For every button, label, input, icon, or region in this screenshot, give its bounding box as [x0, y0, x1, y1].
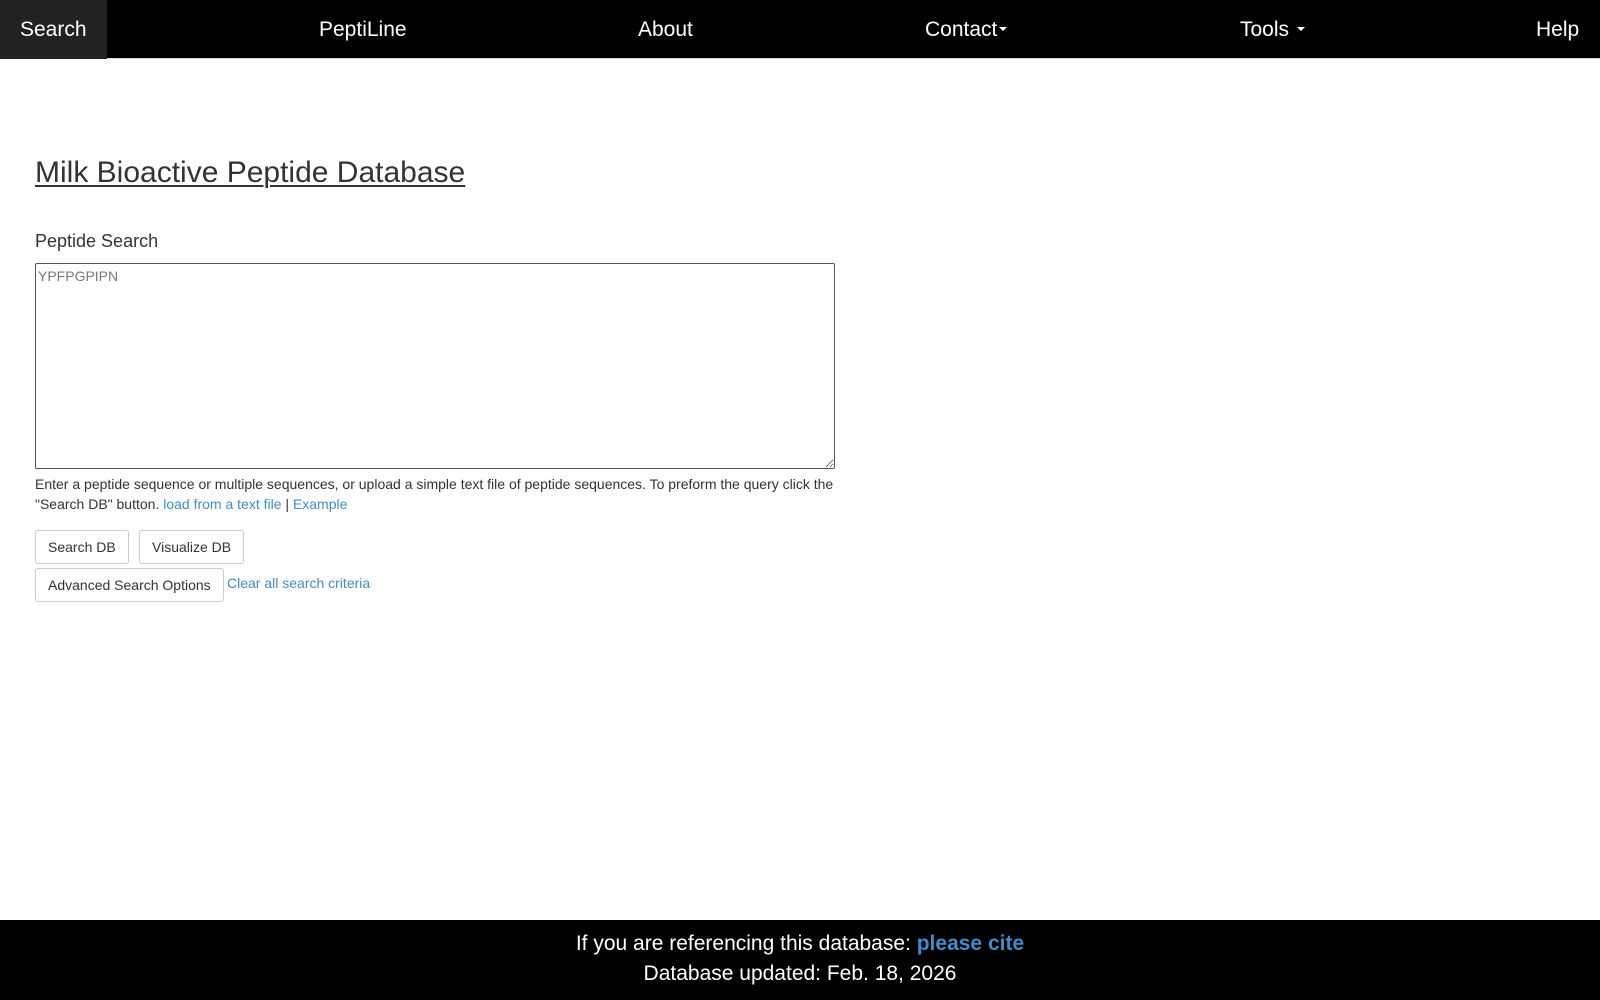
chevron-down-icon: [1297, 27, 1306, 32]
footer-reference-text: If you are referencing this database:: [575, 932, 911, 955]
peptide-search-label: Peptide Search: [35, 231, 159, 251]
advanced-search-options-button[interactable]: Advanced Search Options: [35, 568, 224, 602]
clear-search-criteria-link[interactable]: Clear all search criteria: [227, 575, 370, 591]
nav-search-label: Search: [20, 18, 87, 41]
search-db-button[interactable]: Search DB: [35, 530, 129, 564]
nav-help-label: Help: [1536, 18, 1580, 41]
nav-contact-dropdown[interactable]: Contact: [925, 0, 1008, 59]
footer: If you are referencing this database: pl…: [0, 920, 1600, 1000]
nav-tools-label: Tools: [1240, 18, 1290, 41]
top-navbar: Search PeptiLine About Contact Tools Hel…: [0, 0, 1600, 59]
nav-tools-dropdown[interactable]: Tools: [1240, 0, 1306, 59]
please-cite-link[interactable]: please cite: [917, 932, 1024, 955]
link-separator: |: [285, 496, 290, 512]
nav-help[interactable]: Help: [1536, 0, 1579, 59]
nav-peptiline[interactable]: PeptiLine: [319, 0, 407, 59]
peptide-search-input[interactable]: [35, 263, 835, 469]
footer-updated-text: Database updated: Feb. 18, 2026: [643, 962, 957, 985]
help-text-body: Enter a peptide sequence or multiple seq…: [35, 476, 834, 512]
example-link[interactable]: Example: [293, 496, 347, 512]
page-title[interactable]: Milk Bioactive Peptide Database: [35, 156, 465, 190]
nav-about-label: About: [638, 18, 693, 41]
nav-search[interactable]: Search: [0, 0, 107, 59]
nav-about[interactable]: About: [638, 0, 693, 59]
load-from-file-link[interactable]: load from a text file: [163, 496, 281, 512]
chevron-down-icon: [999, 27, 1008, 32]
search-help-text: Enter a peptide sequence or multiple seq…: [35, 474, 845, 514]
footer-reference-line: If you are referencing this database: pl…: [0, 930, 1600, 958]
nav-peptiline-label: PeptiLine: [319, 18, 407, 41]
visualize-db-button[interactable]: Visualize DB: [139, 530, 245, 564]
nav-contact-label: Contact: [925, 18, 998, 41]
